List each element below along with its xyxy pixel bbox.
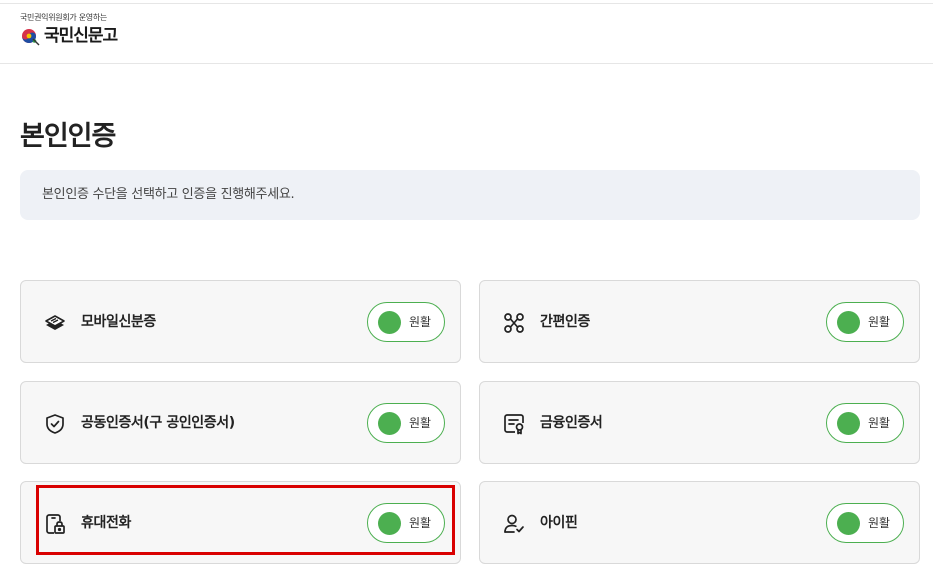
site-logo[interactable]: 국민권익위원회가 운영하는 국민신문고 <box>20 13 118 46</box>
shield-check-icon <box>46 414 64 434</box>
page-title: 본인인증 <box>20 121 116 152</box>
auth-card-financial-certificate[interactable]: 금융인증서 원활 <box>479 381 920 464</box>
certificate-icon <box>504 414 524 435</box>
status-indicator-dot <box>837 512 860 535</box>
status-badge: 원활 <box>826 302 904 342</box>
auth-card-label: 금융인증서 <box>540 415 603 431</box>
status-text: 원활 <box>409 315 432 329</box>
auth-card-label: 간편인증 <box>540 314 590 330</box>
auth-card-mobile-phone[interactable]: 휴대전화 원활 <box>20 481 461 564</box>
status-indicator-dot <box>837 412 860 435</box>
status-badge: 원활 <box>826 403 904 443</box>
status-badge: 원활 <box>367 403 445 443</box>
status-badge: 원활 <box>367 503 445 543</box>
auth-card-label: 모바일신분증 <box>81 314 156 330</box>
auth-card-joint-certificate[interactable]: 공동인증서(구 공인인증서) 원활 <box>20 381 461 464</box>
status-text: 원활 <box>409 416 432 430</box>
auth-card-label: 휴대전화 <box>81 515 131 531</box>
auth-card-mobile-id[interactable]: 모바일신분증 원활 <box>20 280 461 363</box>
link-nodes-icon <box>504 313 524 333</box>
status-text: 원활 <box>868 516 891 530</box>
user-check-icon <box>504 514 524 533</box>
phone-lock-icon <box>46 514 65 534</box>
status-indicator-dot <box>378 412 401 435</box>
status-indicator-dot <box>378 311 401 334</box>
status-text: 원활 <box>868 315 891 329</box>
auth-card-label: 공동인증서(구 공인인증서) <box>81 415 235 431</box>
notice-box: 본인인증 수단을 선택하고 인증을 진행해주세요. <box>20 170 920 220</box>
logo-subtitle: 국민권익위원회가 운영하는 <box>20 13 107 22</box>
site-header: 국민권익위원회가 운영하는 국민신문고 <box>0 4 933 64</box>
id-card-stack-icon <box>45 315 65 330</box>
taeguk-emblem-icon <box>22 29 40 46</box>
auth-card-simple[interactable]: 간편인증 원활 <box>479 280 920 363</box>
status-indicator-dot <box>837 311 860 334</box>
auth-card-label: 아이핀 <box>540 515 578 531</box>
logo-name: 국민신문고 <box>44 26 118 46</box>
status-badge: 원활 <box>367 302 445 342</box>
logo-main: 국민신문고 <box>20 26 118 46</box>
status-text: 원활 <box>868 416 891 430</box>
auth-card-ipin[interactable]: 아이핀 원활 <box>479 481 920 564</box>
status-badge: 원활 <box>826 503 904 543</box>
status-text: 원활 <box>409 516 432 530</box>
status-indicator-dot <box>378 512 401 535</box>
